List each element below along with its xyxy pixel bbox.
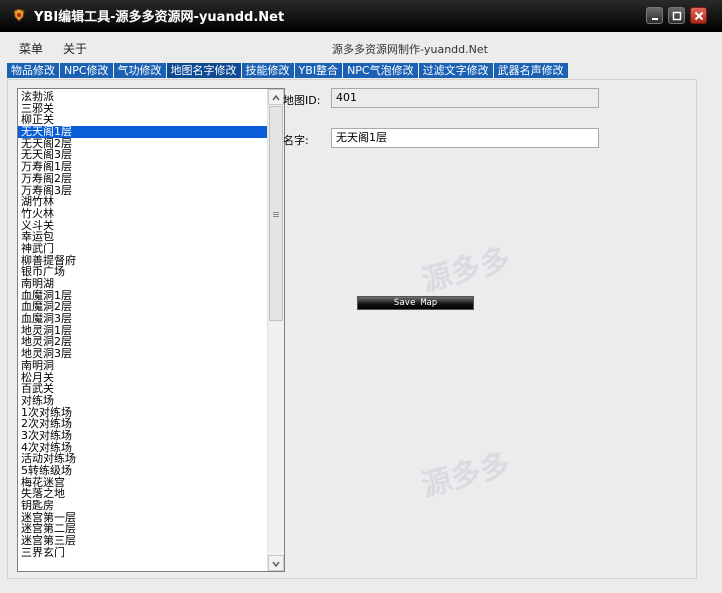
- menu-bar: 菜单 关于 源多多资源网制作-yuandd.Net: [0, 38, 722, 58]
- tab-npc-bubble[interactable]: NPC气泡修改: [343, 63, 418, 78]
- map-name-input[interactable]: 无天阁1层: [331, 128, 599, 148]
- scroll-up-button[interactable]: [268, 89, 284, 105]
- map-id-label: 地图ID:: [283, 94, 321, 107]
- menu-item-menu[interactable]: 菜单: [19, 40, 43, 57]
- tab-map-names[interactable]: 地图名字修改: [166, 63, 241, 78]
- menu-item-about[interactable]: 关于: [63, 40, 87, 57]
- list-item[interactable]: 泫勃派: [18, 91, 267, 103]
- tab-npc[interactable]: NPC修改: [60, 63, 113, 78]
- list-item[interactable]: 神武门: [18, 243, 267, 255]
- list-item[interactable]: 万寿阁3层: [18, 184, 267, 197]
- maximize-button[interactable]: [668, 7, 685, 24]
- tab-strip: 物品修改 NPC修改 气功修改 地图名字修改 技能修改 YBI整合 NPC气泡修…: [7, 63, 569, 78]
- name-label: 名字:: [283, 134, 309, 147]
- list-item[interactable]: 三邪关: [18, 102, 267, 115]
- save-map-button[interactable]: Save Map: [357, 296, 474, 310]
- close-icon: [694, 11, 704, 21]
- list-item[interactable]: 竹火林: [18, 208, 267, 220]
- list-item[interactable]: 银币广场: [18, 266, 267, 278]
- list-item[interactable]: 无天阁1层: [18, 126, 267, 138]
- scroll-down-button[interactable]: [268, 555, 284, 571]
- tab-ybi-merge[interactable]: YBI整合: [294, 63, 343, 78]
- credit-text: 源多多资源网制作-yuandd.Net: [332, 43, 488, 56]
- list-item[interactable]: 万寿阁2层: [18, 173, 267, 185]
- list-item[interactable]: 湖竹林: [18, 196, 267, 208]
- list-item[interactable]: 失落之地: [18, 488, 267, 500]
- tab-skills[interactable]: 技能修改: [241, 63, 294, 78]
- maximize-icon: [672, 11, 682, 21]
- map-id-field: 401: [331, 88, 599, 108]
- chevron-up-icon: [272, 94, 280, 101]
- grip-icon: [273, 212, 279, 213]
- close-button[interactable]: [690, 7, 707, 24]
- list-item[interactable]: 百武关: [18, 383, 267, 395]
- list-item[interactable]: 钥匙房: [18, 500, 267, 512]
- list-item[interactable]: 地灵洞3层: [18, 348, 267, 360]
- app-window: 源多多 源多多 源多多 源多多 YBI编辑工具-源多多资源网-yuandd.Ne…: [0, 0, 722, 593]
- title-bar[interactable]: YBI编辑工具-源多多资源网-yuandd.Net: [0, 0, 722, 32]
- map-list-items: 泫勃派 三邪关 柳正关 无天阁1层 无天阁2层 无天阁3层 万寿阁1层 万寿阁2层 万寿阁3层湖…: [18, 91, 267, 559]
- window-title: YBI编辑工具-源多多资源网-yuandd.Net: [34, 10, 285, 25]
- tab-items[interactable]: 物品修改: [7, 63, 59, 78]
- tab-weapon-fame[interactable]: 武器名声修改: [493, 63, 568, 78]
- list-item[interactable]: 血魔洞3层: [18, 313, 267, 325]
- map-list[interactable]: 泫勃派 三邪关 柳正关 无天阁1层 无天阁2层 无天阁3层 万寿阁1层 万寿阁2层 万寿阁3层湖…: [17, 88, 285, 572]
- list-item[interactable]: 南明湖: [18, 278, 267, 290]
- chevron-down-icon: [272, 561, 280, 568]
- list-item[interactable]: 松月关: [18, 371, 267, 384]
- list-item[interactable]: 幸运包: [18, 231, 267, 243]
- minimize-button[interactable]: [646, 7, 663, 24]
- list-scrollbar[interactable]: [267, 89, 284, 571]
- list-item[interactable]: 南明洞: [18, 360, 267, 372]
- app-shield-icon: [13, 9, 25, 21]
- list-item[interactable]: 义斗关: [18, 219, 267, 232]
- list-item[interactable]: 3次对练场: [18, 430, 267, 442]
- list-item[interactable]: 对练场: [18, 395, 267, 407]
- tab-qigong[interactable]: 气功修改: [113, 63, 166, 78]
- list-item[interactable]: 5转练级场: [18, 465, 267, 477]
- scroll-thumb[interactable]: [269, 106, 283, 321]
- minimize-icon: [652, 18, 658, 20]
- tab-filter-text[interactable]: 过滤文字修改: [418, 63, 493, 78]
- list-item[interactable]: 三界玄门: [18, 547, 267, 559]
